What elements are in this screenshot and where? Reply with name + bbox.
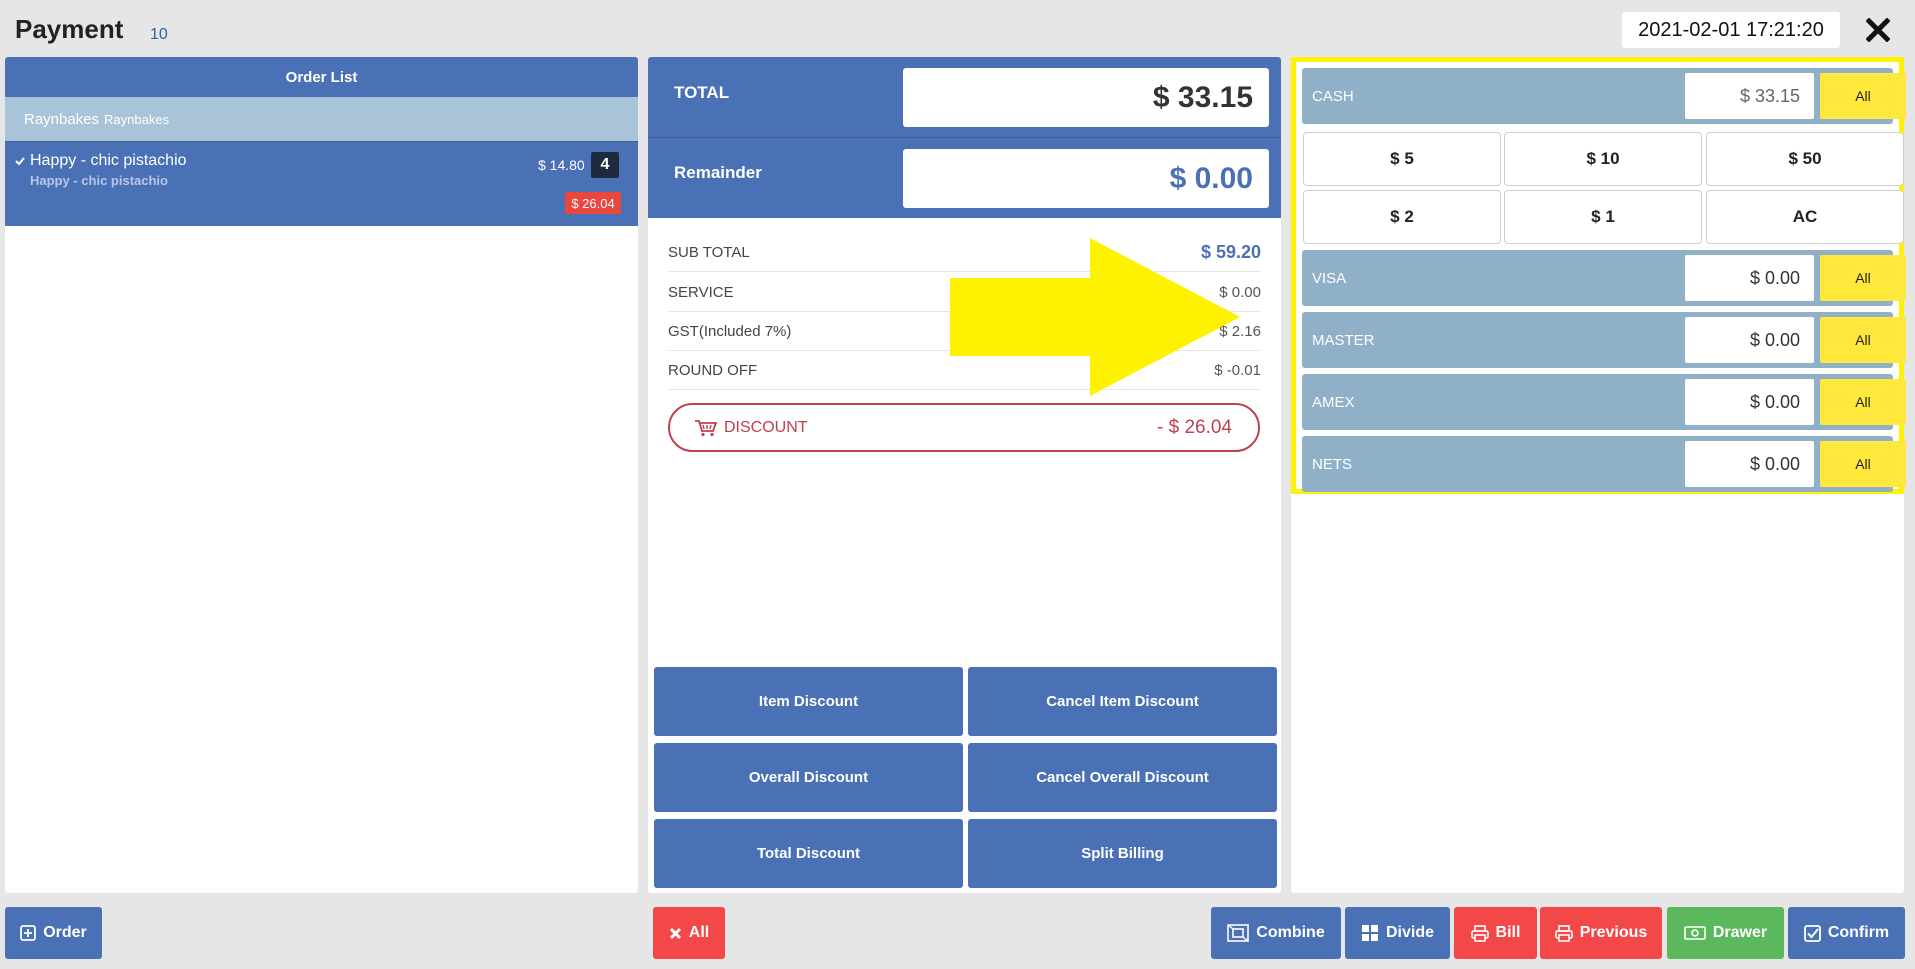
discount-label: DISCOUNT xyxy=(724,418,808,436)
cash-row: CASH $ 33.15 All xyxy=(1302,68,1906,124)
master-all-button[interactable]: All xyxy=(1820,317,1906,363)
order-list-panel: Order List Raynbakes Raynbakes Happy - c… xyxy=(5,57,638,893)
summary-panel: TOTAL $ 33.15 Remainder $ 0.00 SUB TOTAL… xyxy=(648,57,1281,893)
order-group[interactable]: Raynbakes Raynbakes xyxy=(5,97,638,141)
order-item[interactable]: Happy - chic pistachio Happy - chic pist… xyxy=(5,141,638,226)
x-icon xyxy=(669,927,681,939)
remainder-label: Remainder xyxy=(674,163,762,182)
order-item-price: $ 14.80 xyxy=(538,157,585,173)
total-label: TOTAL xyxy=(674,83,730,102)
yellow-arrow-annotation xyxy=(950,238,1240,396)
order-item-name: Happy - chic pistachio xyxy=(30,152,187,169)
master-amount-input[interactable]: $ 0.00 xyxy=(1685,317,1814,363)
cancel-item-discount-button[interactable]: Cancel Item Discount xyxy=(968,667,1277,736)
close-button[interactable] xyxy=(1860,10,1896,50)
previous-button[interactable]: Previous xyxy=(1540,907,1662,959)
remainder-value: $ 0.00 xyxy=(903,149,1269,208)
order-list-title: Order List xyxy=(5,57,638,97)
visa-row: VISA $ 0.00 All xyxy=(1302,250,1906,306)
confirm-button[interactable]: Confirm xyxy=(1788,907,1905,959)
totals-area: TOTAL $ 33.15 Remainder $ 0.00 xyxy=(648,57,1281,218)
order-group-sub: Raynbakes xyxy=(104,111,170,127)
drawer-button[interactable]: Drawer xyxy=(1667,907,1784,959)
check-icon xyxy=(15,157,25,166)
order-item-qty: 4 xyxy=(591,152,619,178)
total-value: $ 33.15 xyxy=(903,68,1269,127)
nets-amount-input[interactable]: $ 0.00 xyxy=(1685,441,1814,487)
all-clear-button[interactable]: AC xyxy=(1706,190,1904,244)
master-label: MASTER xyxy=(1312,331,1375,349)
nets-label: NETS xyxy=(1312,455,1353,473)
overall-discount-button[interactable]: Overall Discount xyxy=(654,743,963,812)
order-button-label: Order xyxy=(43,924,87,941)
order-item-sub: Happy - chic pistachio xyxy=(30,173,168,188)
drawer-label: Drawer xyxy=(1712,924,1768,941)
cancel-all-button[interactable]: All xyxy=(653,907,725,959)
discount-pill[interactable]: DISCOUNT - $ 26.04 xyxy=(668,403,1260,452)
money-icon xyxy=(1684,926,1706,940)
printer-icon xyxy=(1470,924,1489,942)
order-group-name: Raynbakes xyxy=(24,110,100,128)
amex-label: AMEX xyxy=(1312,393,1355,411)
item-discount-button[interactable]: Item Discount xyxy=(654,667,963,736)
quick-cash-5-button[interactable]: $ 5 xyxy=(1303,132,1501,186)
cancel-all-label: All xyxy=(688,924,710,941)
nets-row: NETS $ 0.00 All xyxy=(1302,436,1906,492)
visa-label: VISA xyxy=(1312,269,1347,287)
quick-cash-10-button[interactable]: $ 10 xyxy=(1504,132,1702,186)
quick-cash-50-button[interactable]: $ 50 xyxy=(1706,132,1904,186)
cash-amount-input[interactable]: $ 33.15 xyxy=(1685,73,1814,119)
close-icon xyxy=(1866,18,1890,42)
order-button[interactable]: Order xyxy=(5,907,102,959)
previous-label: Previous xyxy=(1579,924,1648,941)
cash-all-button[interactable]: All xyxy=(1820,73,1906,119)
combine-icon xyxy=(1227,924,1250,942)
visa-amount-input[interactable]: $ 0.00 xyxy=(1685,255,1814,301)
amex-all-button[interactable]: All xyxy=(1820,379,1906,425)
discount-value: - $ 26.04 xyxy=(1157,416,1232,438)
divider xyxy=(648,137,1281,138)
page-title: Payment xyxy=(15,14,124,44)
quick-cash-1-button[interactable]: $ 1 xyxy=(1504,190,1702,244)
combine-button[interactable]: Combine xyxy=(1211,907,1341,959)
gst-label: GST(Included 7%) xyxy=(668,322,792,340)
roundoff-label: ROUND OFF xyxy=(668,361,758,379)
cart-icon xyxy=(695,419,718,436)
order-item-discount: $ 26.04 xyxy=(565,192,621,214)
amex-row: AMEX $ 0.00 All xyxy=(1302,374,1906,430)
cash-label: CASH xyxy=(1312,87,1354,105)
divide-label: Divide xyxy=(1385,924,1434,941)
bill-button[interactable]: Bill xyxy=(1454,907,1537,959)
printer-icon xyxy=(1554,924,1573,942)
amex-amount-input[interactable]: $ 0.00 xyxy=(1685,379,1814,425)
grid-icon xyxy=(1361,925,1378,941)
cancel-overall-discount-button[interactable]: Cancel Overall Discount xyxy=(968,743,1277,812)
quick-cash-2-button[interactable]: $ 2 xyxy=(1303,190,1501,244)
datetime-display: 2021-02-01 17:21:20 xyxy=(1622,12,1840,48)
plus-square-icon xyxy=(20,925,37,941)
table-number: 10 xyxy=(150,26,168,43)
payment-methods-box: CASH $ 33.15 All $ 5 $ 10 $ 50 $ 2 $ 1 A… xyxy=(1291,57,1906,494)
bill-label: Bill xyxy=(1495,924,1521,941)
service-label: SERVICE xyxy=(668,283,734,301)
split-billing-button[interactable]: Split Billing xyxy=(968,819,1277,888)
visa-all-button[interactable]: All xyxy=(1820,255,1906,301)
subtotal-label: SUB TOTAL xyxy=(668,243,750,261)
check-square-icon xyxy=(1803,924,1821,942)
total-discount-button[interactable]: Total Discount xyxy=(654,819,963,888)
confirm-label: Confirm xyxy=(1827,924,1890,941)
combine-label: Combine xyxy=(1256,924,1325,941)
master-row: MASTER $ 0.00 All xyxy=(1302,312,1906,368)
divide-button[interactable]: Divide xyxy=(1345,907,1450,959)
payment-panel: CASH $ 33.15 All $ 5 $ 10 $ 50 $ 2 $ 1 A… xyxy=(1291,57,1906,893)
nets-all-button[interactable]: All xyxy=(1820,441,1906,487)
